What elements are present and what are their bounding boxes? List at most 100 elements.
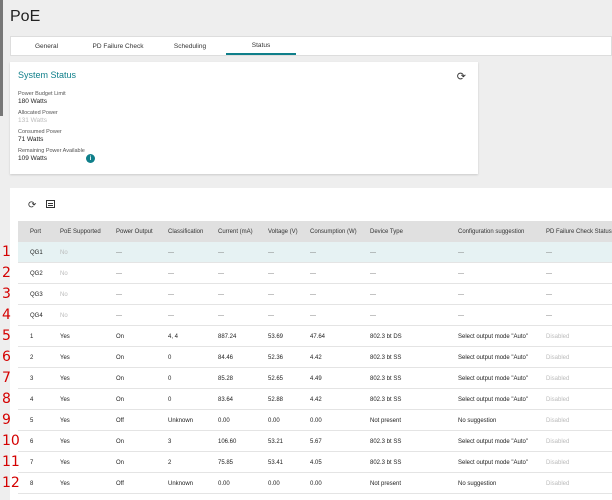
- cell-consumption: 5.67: [310, 438, 322, 445]
- stat-label: Power Budget Limit: [18, 91, 66, 97]
- column-header-power-output: Power Output: [116, 228, 153, 235]
- cell-power-output: On: [116, 375, 125, 382]
- cell-voltage: —: [268, 249, 274, 256]
- cell-port: 7: [30, 459, 34, 466]
- annotation-number: 8: [2, 391, 11, 407]
- cell-power-output: On: [116, 438, 125, 445]
- cell-consumption: —: [310, 291, 316, 298]
- cell-current: 0.00: [218, 417, 230, 424]
- cell-consumption: —: [310, 270, 316, 277]
- cell-power-output: —: [116, 312, 122, 319]
- cell-pd-failure-status: Disabled: [546, 438, 570, 445]
- cell-pd-failure-status: —: [546, 291, 552, 298]
- cell-port: 2: [30, 354, 34, 361]
- cell-pd-failure-status: —: [546, 312, 552, 319]
- tab-bar: General PD Failure Check Scheduling Stat…: [10, 36, 612, 56]
- cell-consumption: 4.49: [310, 375, 322, 382]
- cell-pd-failure-status: —: [546, 249, 552, 256]
- cell-config-suggestion: Select output mode "Auto": [458, 459, 528, 466]
- cell-pd-failure-status: Disabled: [546, 375, 570, 382]
- cell-poe-supported: No: [60, 291, 68, 298]
- cell-device-type: —: [370, 291, 376, 298]
- table-row[interactable]: QG1 No — — — — — — — —: [18, 242, 612, 263]
- cell-consumption: 4.42: [310, 396, 322, 403]
- cell-device-type: —: [370, 312, 376, 319]
- annotation-number: 12: [2, 475, 20, 491]
- annotation-number: 5: [2, 328, 11, 344]
- cell-voltage: 0.00: [268, 417, 280, 424]
- stat-value: 131 Watts: [18, 117, 48, 124]
- table-row[interactable]: QG3 No — — — — — — — —: [18, 284, 612, 305]
- cell-classification: 0: [168, 375, 172, 382]
- cell-config-suggestion: Select output mode "Auto": [458, 438, 528, 445]
- stat-consumed-power: Consumed Power 71 Watts: [18, 129, 62, 143]
- info-icon[interactable]: i: [86, 154, 95, 163]
- table-row[interactable]: 6 Yes On 3 106.60 53.21 5.67 802.3 bt SS Select …: [18, 431, 612, 452]
- cell-classification: —: [168, 291, 174, 298]
- cell-poe-supported: Yes: [60, 354, 70, 361]
- cell-device-type: 802.3 bt SS: [370, 459, 402, 466]
- column-header-config-suggestion: Configuration suggestion: [458, 228, 525, 235]
- column-header-poe-supported: PoE Supported: [60, 228, 101, 235]
- column-header-port: Port: [30, 228, 42, 235]
- cell-config-suggestion: Select output mode "Auto": [458, 354, 528, 361]
- tab-scheduling[interactable]: Scheduling: [154, 37, 226, 55]
- cell-power-output: —: [116, 291, 122, 298]
- cell-voltage: 53.69: [268, 333, 284, 340]
- table-row[interactable]: 7 Yes On 2 75.85 53.41 4.05 802.3 bt SS Select o…: [18, 452, 612, 473]
- cell-power-output: —: [116, 249, 122, 256]
- cell-port: 1: [30, 333, 34, 340]
- cell-current: —: [218, 291, 224, 298]
- cell-pd-failure-status: Disabled: [546, 459, 570, 466]
- cell-poe-supported: No: [60, 249, 68, 256]
- table-row[interactable]: 8 Yes Off Unknown 0.00 0.00 0.00 Not present No …: [18, 473, 612, 494]
- cell-port: 4: [30, 396, 34, 403]
- cell-power-output: On: [116, 396, 125, 403]
- cell-config-suggestion: —: [458, 270, 464, 277]
- table-row[interactable]: QG4 No — — — — — — — —: [18, 305, 612, 326]
- cell-consumption: 0.00: [310, 417, 322, 424]
- cell-current: 0.00: [218, 480, 230, 487]
- column-header-device-type: Device Type: [370, 228, 403, 235]
- cell-config-suggestion: —: [458, 312, 464, 319]
- annotation-number: 10: [2, 433, 20, 449]
- cell-device-type: 802.3 bt SS: [370, 438, 402, 445]
- stat-allocated-power: Allocated Power 131 Watts: [18, 110, 58, 124]
- annotation-number: 1: [2, 244, 11, 260]
- cell-poe-supported: Yes: [60, 333, 70, 340]
- refresh-icon[interactable]: ⟳: [28, 200, 36, 211]
- table-row[interactable]: 1 Yes On 4, 4 887.24 53.69 47.64 802.3 bt DS Sel…: [18, 326, 612, 347]
- cell-config-suggestion: —: [458, 291, 464, 298]
- cell-current: 75.85: [218, 459, 234, 466]
- cell-power-output: On: [116, 459, 125, 466]
- cell-port: QG1: [30, 249, 43, 256]
- refresh-icon[interactable]: ⟳: [457, 70, 466, 83]
- cell-classification: Unknown: [168, 417, 194, 424]
- cell-consumption: 4.05: [310, 459, 322, 466]
- tab-status[interactable]: Status: [226, 37, 296, 55]
- cell-power-output: On: [116, 333, 125, 340]
- tab-general[interactable]: General: [11, 37, 82, 55]
- table-row[interactable]: 5 Yes Off Unknown 0.00 0.00 0.00 Not present No …: [18, 410, 612, 431]
- annotation-number: 4: [2, 307, 11, 323]
- cell-voltage: 52.65: [268, 375, 284, 382]
- cell-classification: —: [168, 312, 174, 319]
- cell-poe-supported: Yes: [60, 459, 70, 466]
- cell-pd-failure-status: Disabled: [546, 480, 570, 487]
- column-header-voltage: Voltage (V): [268, 228, 298, 235]
- cell-port: QG4: [30, 312, 43, 319]
- cell-port: QG3: [30, 291, 43, 298]
- table-row[interactable]: QG2 No — — — — — — — —: [18, 263, 612, 284]
- table-row[interactable]: 4 Yes On 0 83.64 52.88 4.42 802.3 bt SS Select o…: [18, 389, 612, 410]
- table-row[interactable]: 3 Yes On 0 85.28 52.65 4.49 802.3 bt SS Select o…: [18, 368, 612, 389]
- tab-pd-failure-check[interactable]: PD Failure Check: [82, 37, 154, 55]
- export-icon[interactable]: [46, 200, 55, 208]
- cell-current: —: [218, 270, 224, 277]
- cell-classification: Unknown: [168, 480, 194, 487]
- cell-consumption: 4.42: [310, 354, 322, 361]
- annotation-number: 9: [2, 412, 11, 428]
- annotation-number: 11: [2, 454, 20, 470]
- cell-classification: 4, 4: [168, 333, 179, 340]
- cell-classification: 3: [168, 438, 172, 445]
- table-row[interactable]: 2 Yes On 0 84.46 52.36 4.42 802.3 bt SS Select o…: [18, 347, 612, 368]
